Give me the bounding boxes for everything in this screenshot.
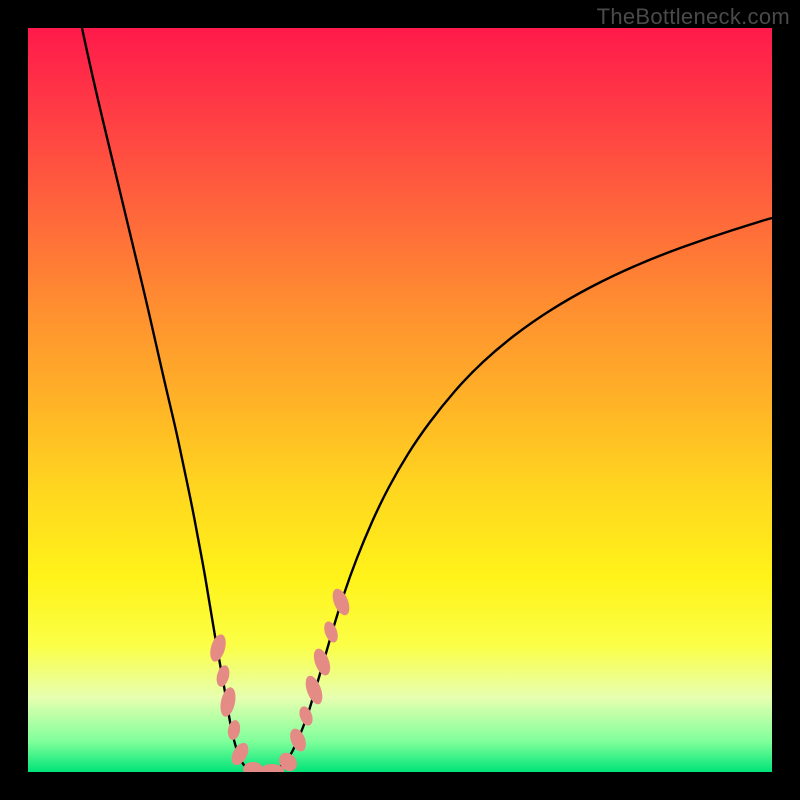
data-bead <box>243 762 263 772</box>
plot-area <box>28 28 772 772</box>
watermark-text: TheBottleneck.com <box>597 4 790 30</box>
data-bead <box>322 620 341 645</box>
data-bead <box>287 726 309 753</box>
data-bead <box>329 586 352 617</box>
data-bead <box>311 646 334 677</box>
chart-frame: TheBottleneck.com <box>0 0 800 800</box>
curve-overlay <box>28 28 772 772</box>
data-bead <box>297 705 315 728</box>
data-bead <box>302 674 325 707</box>
data-bead <box>215 664 232 688</box>
bottleneck-curve <box>82 28 772 772</box>
data-bead <box>226 719 241 741</box>
data-bead <box>218 686 238 718</box>
data-bead <box>207 633 228 664</box>
data-beads-group <box>207 586 352 772</box>
